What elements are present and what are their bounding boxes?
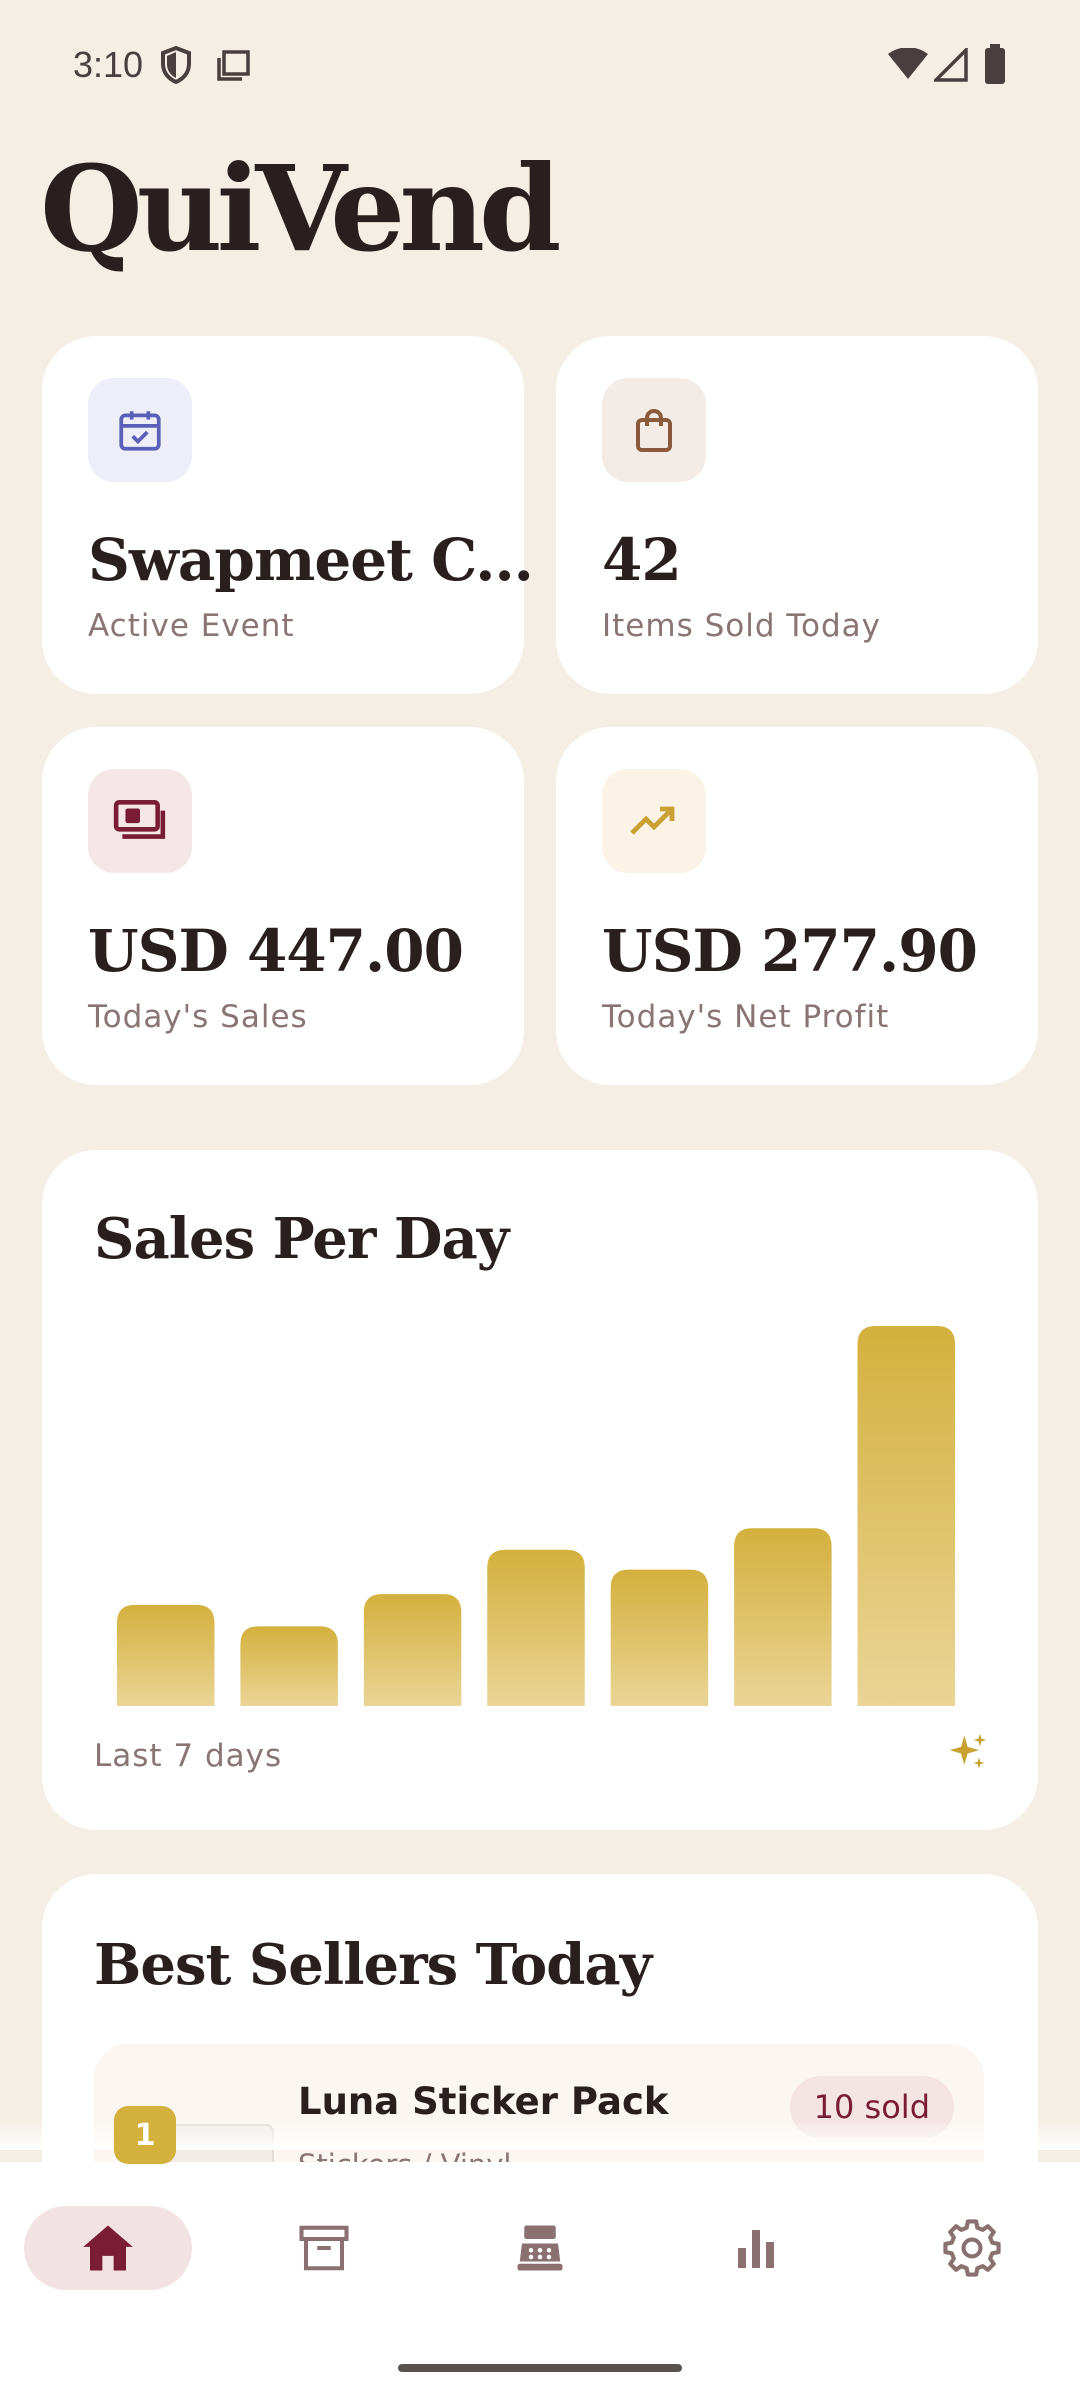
calendar-check-icon <box>119 411 161 451</box>
net-profit-card[interactable]: USD 277.90 Today's Net Profit <box>556 727 1038 1085</box>
sparkle-icon[interactable] <box>946 1730 990 1774</box>
screenshot-icon <box>217 50 250 81</box>
rank-badge: 1 <box>114 2106 176 2164</box>
todays-sales-label: Today's Sales <box>88 999 308 1035</box>
home-icon <box>83 2225 133 2271</box>
net-profit-label: Today's Net Profit <box>602 999 890 1035</box>
shield-icon <box>161 46 191 84</box>
shopping-bag-icon <box>636 408 672 452</box>
sales-chart-card: Sales Per Day Last 7 days <box>42 1150 1038 1830</box>
items-sold-card[interactable]: 42 Items Sold Today <box>556 336 1038 694</box>
active-event-value: Swapmeet C... <box>88 526 534 594</box>
items-sold-value: 42 <box>602 526 682 594</box>
bar-chart-icon <box>738 2230 774 2268</box>
wifi-icon <box>888 48 928 79</box>
cash-register-icon <box>517 2225 563 2271</box>
nav-reports[interactable] <box>704 2206 808 2290</box>
home-indicator[interactable] <box>398 2364 682 2372</box>
todays-sales-value: USD 447.00 <box>88 917 464 985</box>
net-profit-value: USD 277.90 <box>602 917 978 985</box>
cell-signal-icon <box>934 48 968 82</box>
chart-bar-4[interactable] <box>487 1549 585 1706</box>
todays-sales-card[interactable]: USD 447.00 Today's Sales <box>42 727 524 1085</box>
sales-bar-chart <box>116 1326 956 1706</box>
nav-home[interactable] <box>24 2206 192 2290</box>
best-sellers-title: Best Sellers Today <box>94 1932 652 1998</box>
active-event-label: Active Event <box>88 608 295 644</box>
items-sold-label: Items Sold Today <box>602 608 882 644</box>
chart-bars <box>116 1326 956 1706</box>
chart-bar-3[interactable] <box>363 1594 462 1706</box>
chart-footer: Last 7 days <box>94 1738 283 1774</box>
chart-bar-5[interactable] <box>610 1569 709 1706</box>
nav-pos[interactable] <box>488 2206 592 2290</box>
chart-bar-2[interactable] <box>240 1626 338 1706</box>
status-time: 3:10 <box>73 44 144 85</box>
archive-icon <box>299 2225 349 2271</box>
bag-icon-box <box>602 378 706 482</box>
trend-icon-box <box>602 769 706 873</box>
active-event-card[interactable]: Swapmeet C... Active Event <box>42 336 534 694</box>
nav-settings[interactable] <box>920 2206 1024 2290</box>
trending-up-icon <box>630 806 675 835</box>
status-bar: 3:10 <box>0 0 1080 130</box>
cash-icon-box <box>88 769 192 873</box>
gear-icon <box>943 2219 1001 2277</box>
nav-inventory[interactable] <box>272 2206 376 2290</box>
chart-bar-7[interactable] <box>857 1326 956 1706</box>
product-name: Luna Sticker Pack <box>298 2080 669 2123</box>
battery-icon <box>985 44 1005 84</box>
chart-bar-1[interactable] <box>116 1604 215 1706</box>
calendar-icon-box <box>88 378 192 482</box>
app-logo: QuiVend <box>40 139 562 278</box>
cash-icon <box>113 800 166 839</box>
chart-bar-6[interactable] <box>734 1528 832 1706</box>
